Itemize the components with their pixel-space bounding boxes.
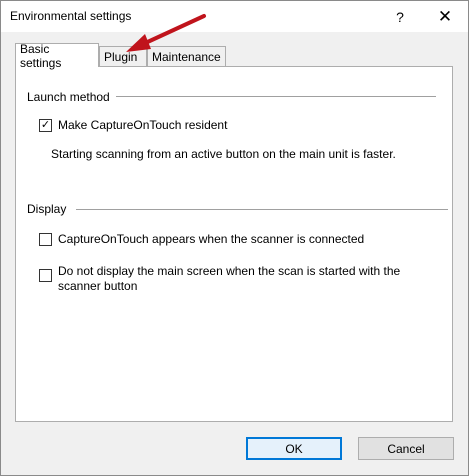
appear-checkbox[interactable] xyxy=(39,233,52,246)
close-button[interactable]: ✕ xyxy=(425,1,465,32)
launch-method-group-label: Launch method xyxy=(27,90,116,104)
tab-maintenance[interactable]: Maintenance xyxy=(147,46,226,66)
launch-note: Starting scanning from an active button … xyxy=(51,147,396,161)
resident-label: Make CaptureOnTouch resident xyxy=(58,118,228,132)
tab-basic-settings[interactable]: Basic settings xyxy=(15,42,99,70)
resident-option[interactable]: ✓ Make CaptureOnTouch resident xyxy=(39,118,227,133)
title-bar: Environmental settings ? ✕ xyxy=(1,1,468,32)
display-group-label: Display xyxy=(27,202,73,216)
no-main-screen-label: Do not display the main screen when the … xyxy=(58,264,401,293)
help-button[interactable]: ? xyxy=(380,1,420,32)
appear-label: CaptureOnTouch appears when the scanner … xyxy=(58,232,365,246)
tab-plugin[interactable]: Plugin xyxy=(99,46,147,66)
launch-group-divider xyxy=(114,96,436,97)
environmental-settings-dialog: Environmental settings ? ✕ Basic setting… xyxy=(0,0,469,476)
cancel-button[interactable]: Cancel xyxy=(358,437,454,460)
resident-checkbox[interactable]: ✓ xyxy=(39,119,52,132)
no-main-screen-option[interactable]: Do not display the main screen when the … xyxy=(39,264,439,294)
dialog-title: Environmental settings xyxy=(10,9,132,23)
display-group-divider xyxy=(76,209,448,210)
ok-button[interactable]: OK xyxy=(246,437,342,460)
appear-option[interactable]: CaptureOnTouch appears when the scanner … xyxy=(39,232,364,247)
no-main-screen-checkbox[interactable] xyxy=(39,269,52,282)
basic-settings-panel: Launch method ✓ Make CaptureOnTouch resi… xyxy=(15,66,453,422)
